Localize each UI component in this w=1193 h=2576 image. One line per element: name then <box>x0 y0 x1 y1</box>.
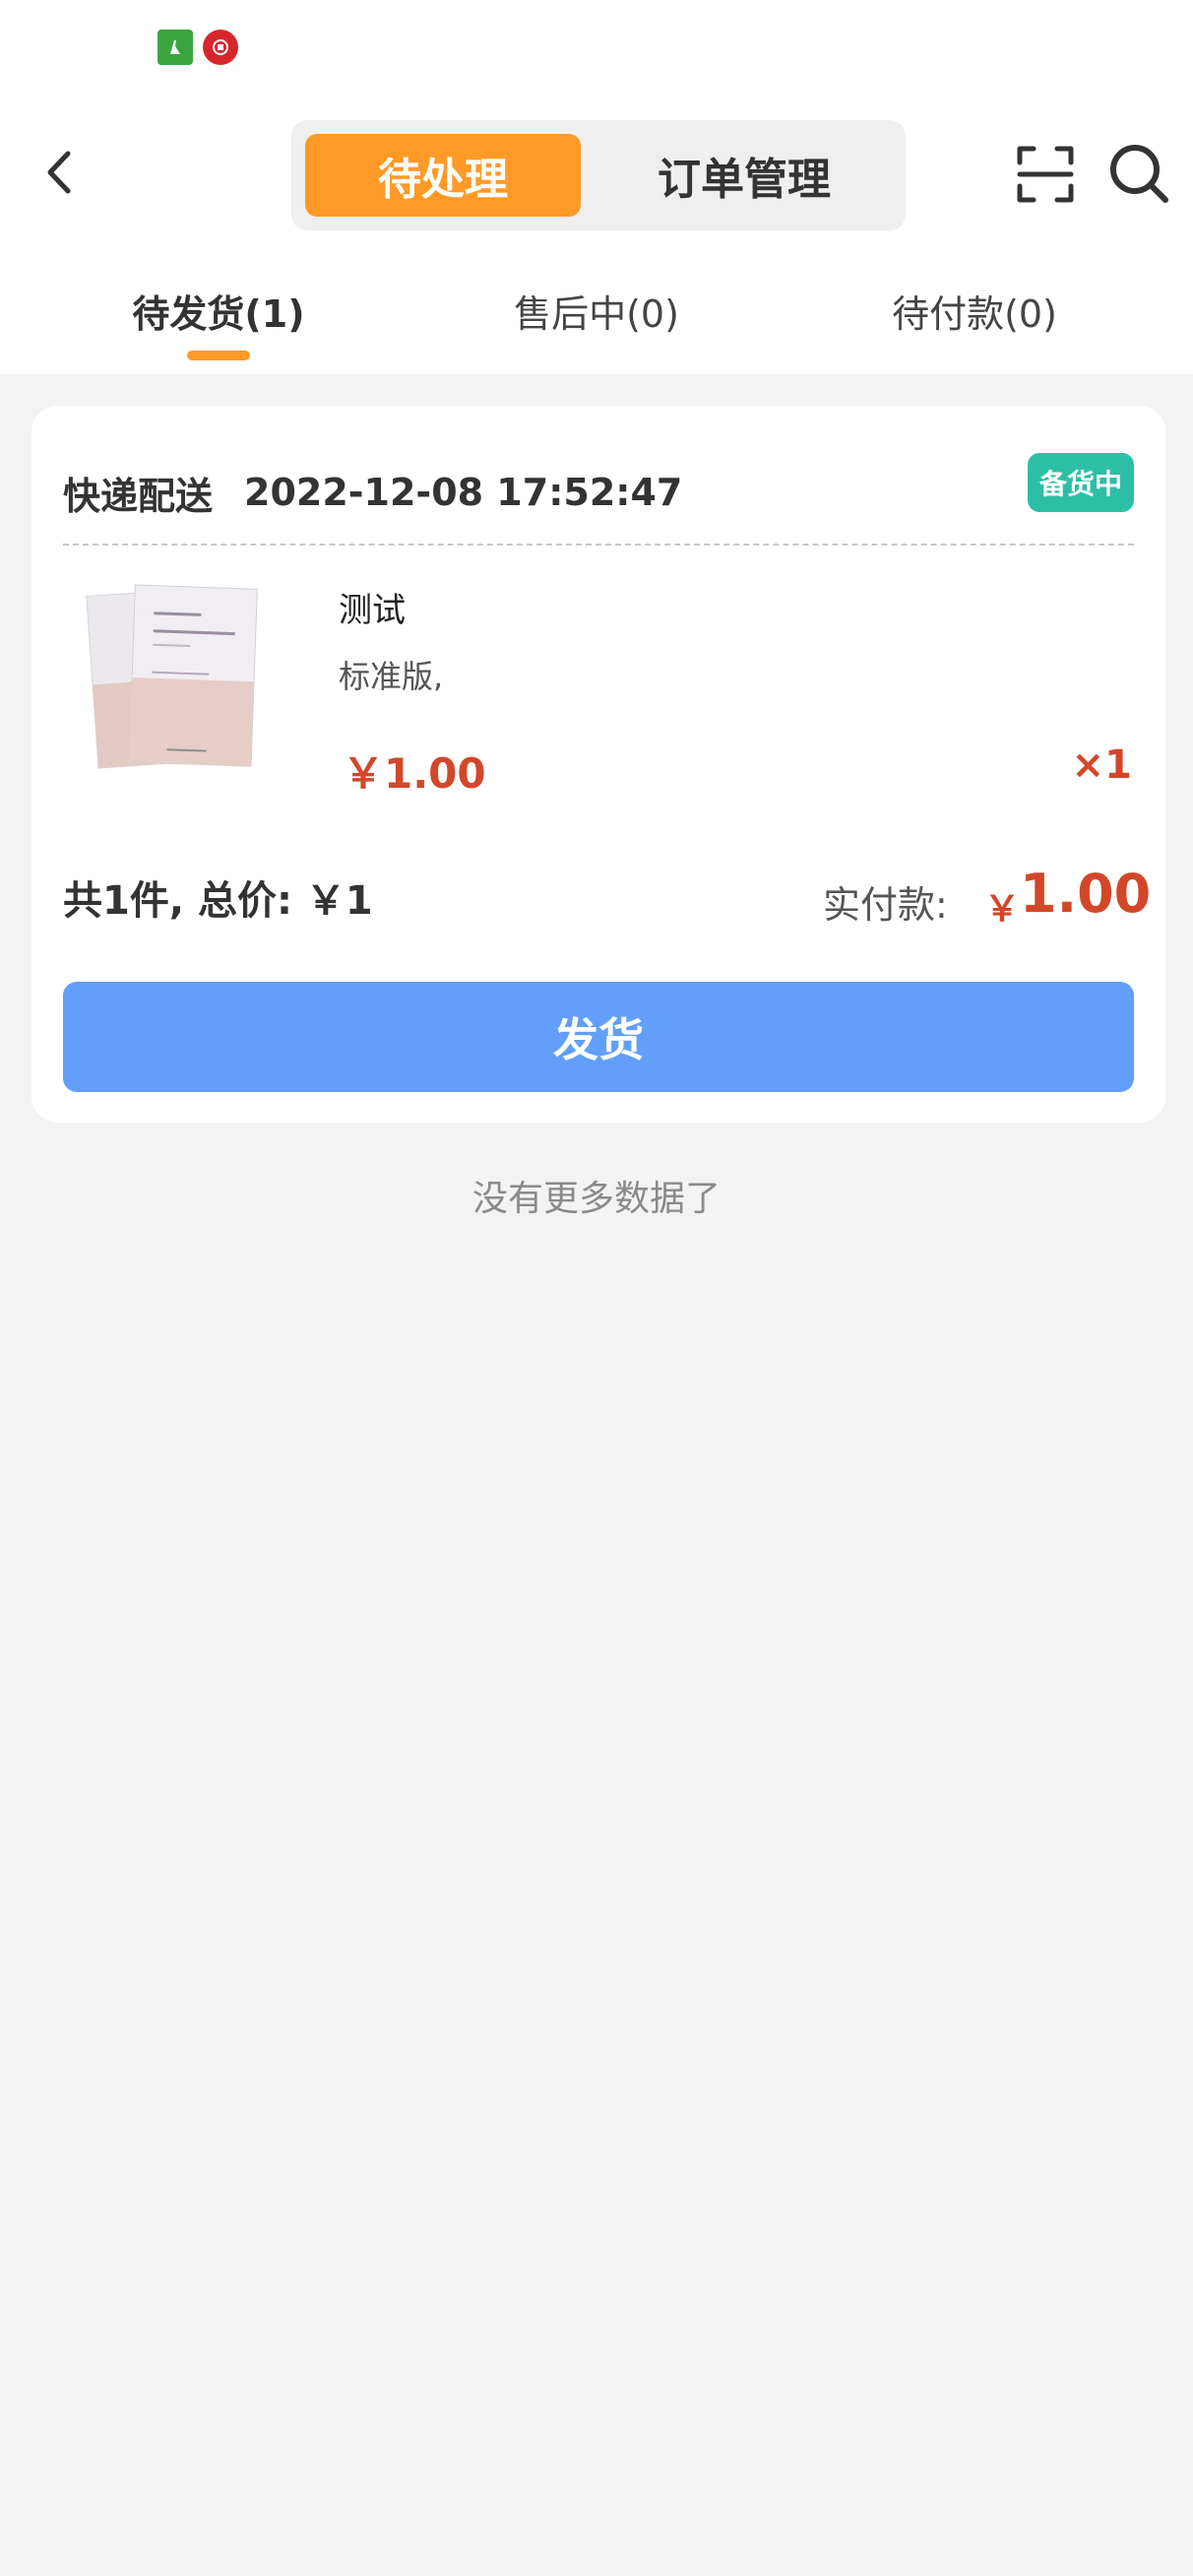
order-header: 快递配送 2022-12-08 17:52:47 <box>63 445 682 540</box>
app-notification-icon <box>157 30 193 65</box>
scan-button[interactable] <box>1014 143 1077 206</box>
back-button[interactable] <box>30 138 89 207</box>
paid-currency: ￥ <box>984 889 1021 930</box>
delivery-type: 快递配送 <box>63 474 214 518</box>
ship-button[interactable]: 发货 <box>63 982 1134 1092</box>
order-summary: 共1件, 总价: ￥1 <box>63 878 373 924</box>
order-tabs: 待发货(1) 售后中(0) 待付款(0) <box>0 266 1193 364</box>
app-notification-icon <box>203 30 238 65</box>
segment-pending[interactable]: 待处理 <box>305 134 581 217</box>
order-card[interactable]: 快递配送 2022-12-08 17:52:47 备货中 测试 标准版, ￥1.… <box>31 406 1165 1123</box>
tab-to-ship[interactable]: 待发货(1) <box>71 266 366 354</box>
header-area: 待处理 订单管理 待发货(1) 售后中(0) 待付款(0) <box>0 0 1193 374</box>
mode-switch: 待处理 订单管理 <box>291 120 906 230</box>
active-tab-indicator <box>187 351 250 360</box>
tab-after-sales[interactable]: 售后中(0) <box>449 266 744 354</box>
paid-amount: 1.00 <box>1020 863 1152 925</box>
search-button[interactable] <box>1106 141 1171 206</box>
chevron-left-icon <box>47 151 71 194</box>
product-image[interactable] <box>71 573 287 780</box>
scan-icon <box>1017 146 1074 203</box>
status-bar-icons <box>157 30 238 65</box>
search-icon <box>1110 145 1168 203</box>
order-datetime: 2022-12-08 17:52:47 <box>244 471 683 514</box>
no-more-data-text: 没有更多数据了 <box>471 1179 721 1219</box>
paid-label: 实付款: <box>823 883 948 927</box>
product-price: ￥1.00 <box>343 749 486 798</box>
status-badge: 备货中 <box>1028 453 1134 512</box>
product-spec: 标准版, <box>339 658 444 695</box>
tab-awaiting-payment[interactable]: 待付款(0) <box>827 266 1122 354</box>
product-quantity: ×1 <box>1071 742 1132 788</box>
segment-order-management[interactable]: 订单管理 <box>596 134 892 217</box>
product-name: 测试 <box>339 591 406 630</box>
divider <box>63 544 1134 546</box>
